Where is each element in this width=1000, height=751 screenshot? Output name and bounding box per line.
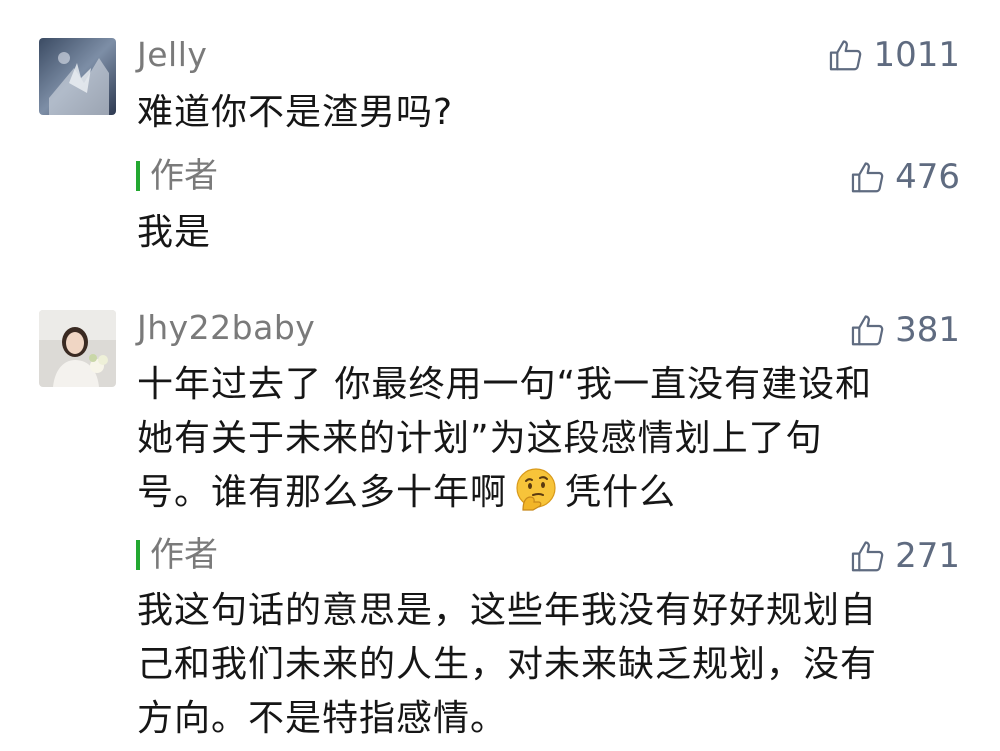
comment-text: 难道你不是渣男吗?: [137, 92, 454, 133]
reply-text-line: 方向。不是特指感情。: [137, 698, 508, 739]
avatar-image: [39, 38, 116, 115]
like-button[interactable]: 271: [849, 536, 960, 576]
author-reply-label: 作者: [136, 156, 218, 196]
like-count: 476: [895, 157, 960, 197]
comment-text-line: 她有关于未来的计划”为这段感情划上了句: [137, 418, 823, 459]
comment-text-segment: 凭什么: [565, 472, 677, 513]
reply-text: 我是: [137, 212, 212, 253]
author-reply-label: 作者: [136, 535, 218, 575]
comment-text-segment: 号。谁有那么多十年啊: [137, 472, 508, 513]
like-count: 1011: [873, 35, 960, 75]
username[interactable]: Jhy22baby: [137, 308, 315, 348]
author-label-text: 作者: [150, 156, 218, 196]
author-indicator-bar: [136, 161, 140, 191]
comment-text-line: 号。谁有那么多十年啊 凭什么: [137, 466, 872, 520]
author-indicator-bar: [136, 540, 140, 570]
thumbs-up-icon: [851, 162, 884, 193]
like-button[interactable]: 1011: [827, 35, 960, 75]
thumbs-up-icon: [830, 40, 862, 71]
comment-text-line: 十年过去了 你最终用一句“我一直没有建设和: [137, 364, 873, 405]
like-button[interactable]: 381: [849, 310, 960, 350]
reply-text-line: 己和我们未来的人生，对未来缺乏规划，没有: [137, 644, 878, 685]
reply-text: 我这句话的意思是，这些年我没有好好规划自 己和我们未来的人生，对未来缺乏规划，没…: [137, 584, 877, 746]
thinking-face-emoji: [516, 468, 556, 511]
reply-text-line: 我这句话的意思是，这些年我没有好好规划自: [137, 590, 878, 631]
like-count: 381: [895, 310, 960, 350]
author-label-text: 作者: [150, 535, 218, 575]
avatar-image: [39, 310, 116, 387]
like-button[interactable]: 476: [849, 157, 960, 197]
username[interactable]: Jelly: [137, 35, 207, 75]
like-count: 271: [895, 536, 960, 576]
avatar[interactable]: [39, 38, 116, 115]
thumbs-up-icon: [851, 315, 884, 346]
avatar[interactable]: [39, 310, 116, 387]
thumbs-up-icon: [851, 541, 884, 572]
comment-text: 十年过去了 你最终用一句“我一直没有建设和 她有关于未来的计划”为这段感情划上了…: [137, 358, 872, 520]
comment-section: Jelly 1011 难道你不是渣男吗? 作者 476 我是 Jhy22baby…: [0, 0, 1000, 751]
